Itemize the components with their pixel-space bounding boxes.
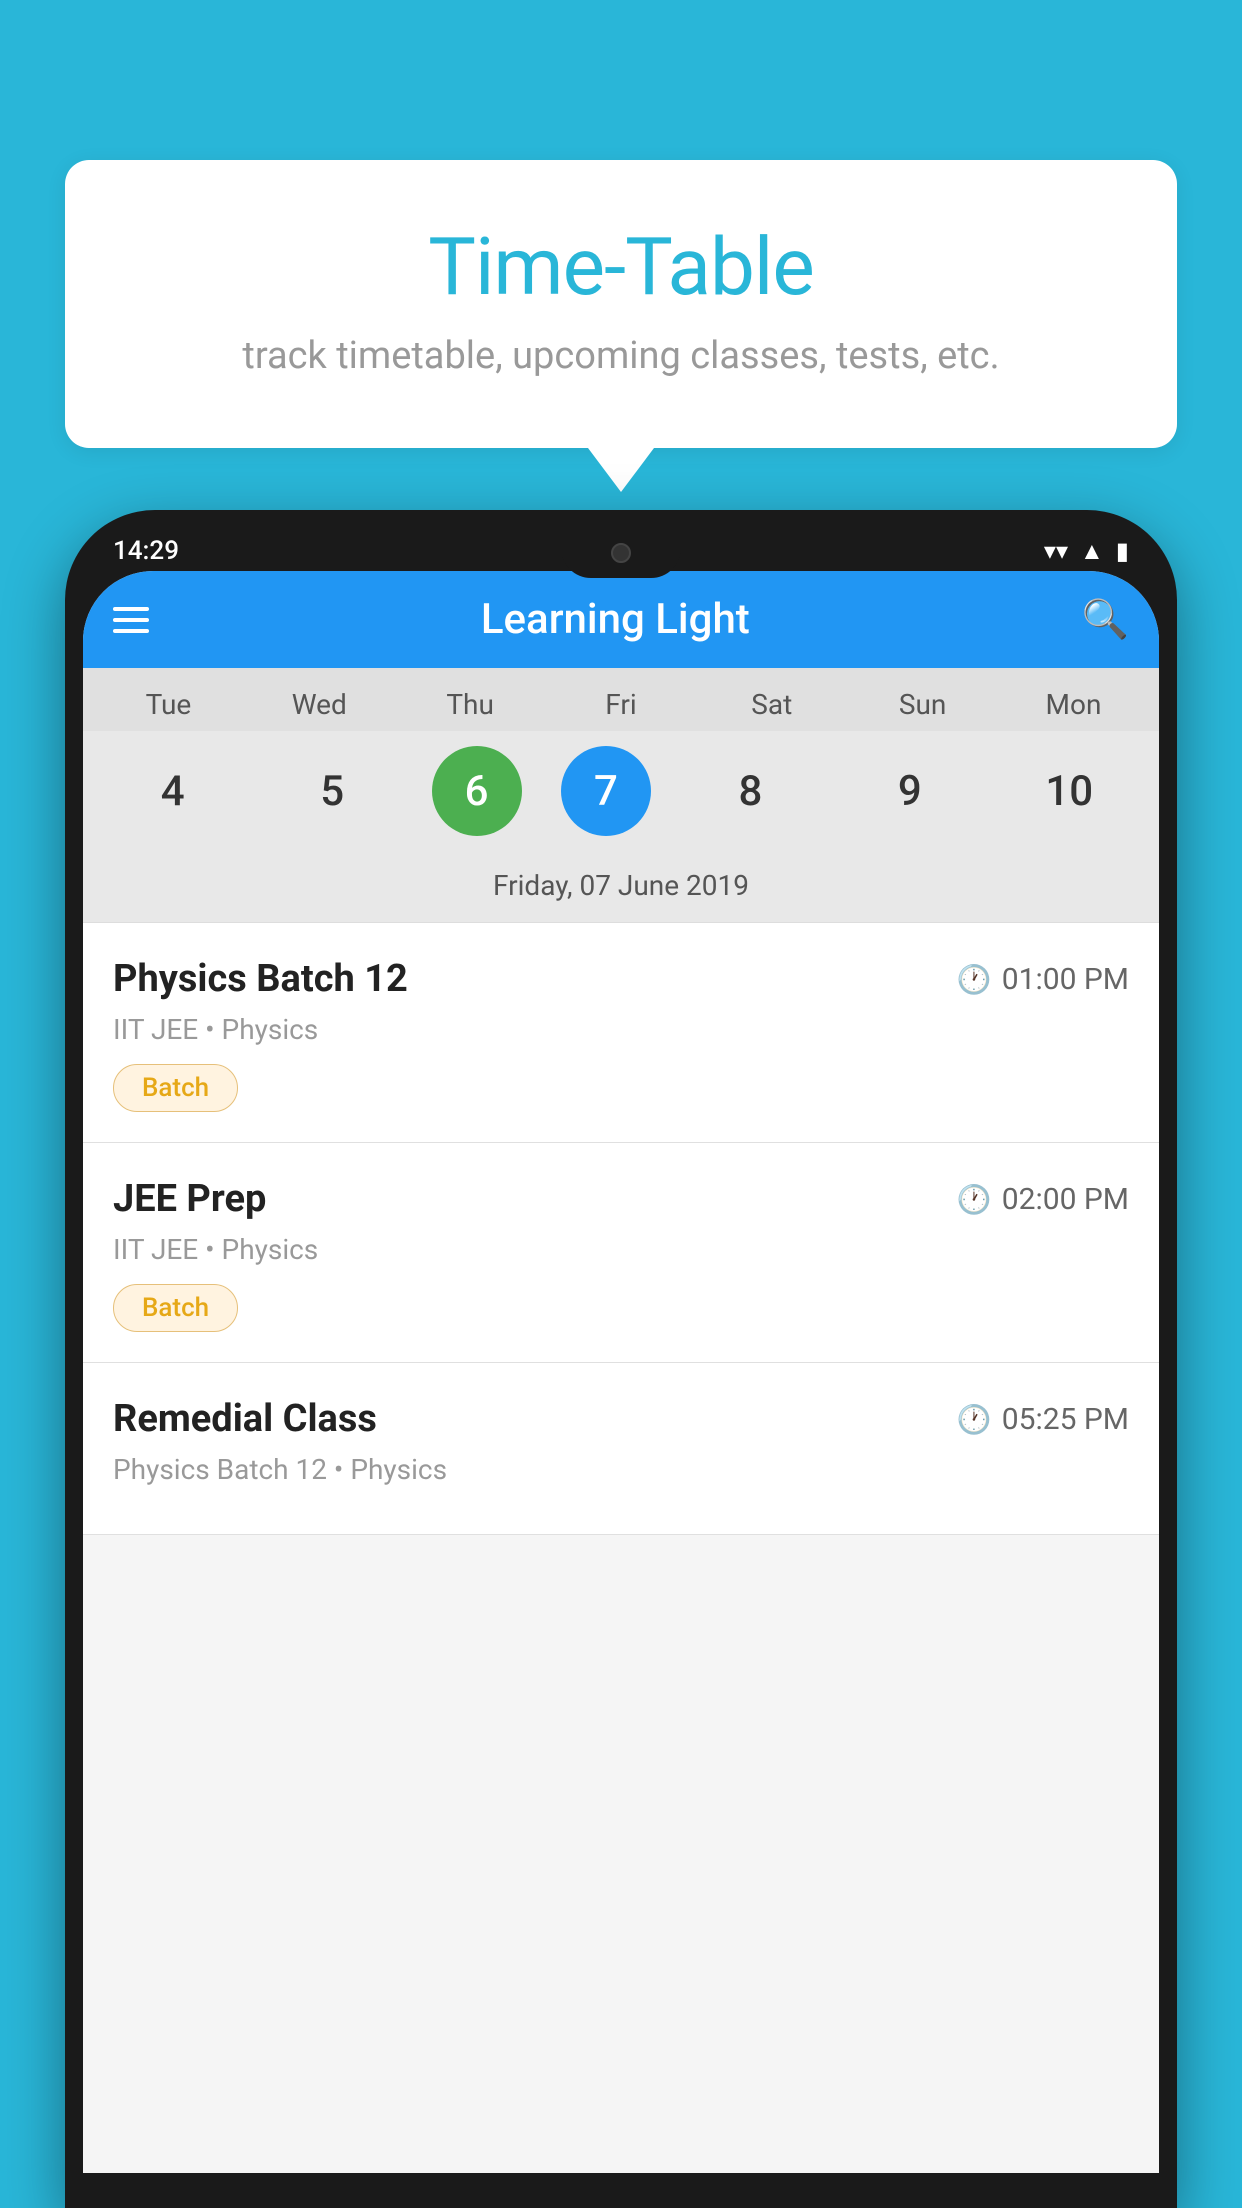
notch (561, 528, 681, 578)
calendar-day-label: Wed (259, 688, 379, 721)
status-icons: ▾▾ ▲ ▮ (1044, 537, 1129, 566)
class-time: 🕐01:00 PM (957, 962, 1129, 997)
calendar-date[interactable]: 8 (690, 741, 810, 841)
class-card[interactable]: JEE Prep 🕐02:00 PM IIT JEE • Physics Batch (83, 1143, 1159, 1363)
search-icon[interactable]: 🔍 (1082, 598, 1129, 642)
class-time: 🕐05:25 PM (957, 1402, 1129, 1437)
class-time: 🕐02:00 PM (957, 1182, 1129, 1217)
calendar-date[interactable]: 9 (850, 741, 970, 841)
signal-icon: ▲ (1080, 537, 1104, 566)
class-card-header: Physics Batch 12 🕐01:00 PM (113, 957, 1129, 1001)
calendar-dates[interactable]: 456789 10 (83, 731, 1159, 861)
calendar-day-label: Thu (410, 688, 530, 721)
class-meta: IIT JEE • Physics (113, 1013, 1129, 1046)
app-header: Learning Light 🔍 (83, 571, 1159, 668)
class-meta: IIT JEE • Physics (113, 1233, 1129, 1266)
phone-container: 14:29 ▾▾ ▲ ▮ Learning Light 🔍 TueWe (65, 510, 1177, 2208)
calendar-day-label: Tue (108, 688, 228, 721)
speech-bubble-container: Time-Table track timetable, upcoming cla… (65, 160, 1177, 448)
class-card[interactable]: Remedial Class 🕐05:25 PM Physics Batch 12 … (83, 1363, 1159, 1535)
speech-bubble: Time-Table track timetable, upcoming cla… (65, 160, 1177, 448)
batch-tag: Batch (113, 1064, 238, 1112)
calendar-days-header: Tue Wed Thu Fri Sat Sun Mon (83, 668, 1159, 731)
class-name: Physics Batch 12 (113, 957, 408, 1001)
clock-icon: 🕐 (957, 963, 992, 996)
app-title: Learning Light (481, 595, 750, 644)
camera (611, 543, 631, 563)
hamburger-menu-icon[interactable] (113, 607, 149, 633)
calendar-day-label: Sun (863, 688, 983, 721)
clock-icon: 🕐 (957, 1183, 992, 1216)
calendar-date[interactable]: 5 (272, 741, 392, 841)
bubble-subtitle: track timetable, upcoming classes, tests… (115, 334, 1127, 378)
phone-screen: Learning Light 🔍 Tue Wed Thu Fri Sat Sun Mon 4… (83, 571, 1159, 2173)
wifi-icon: ▾▾ (1044, 537, 1068, 565)
phone-frame: 14:29 ▾▾ ▲ ▮ Learning Light 🔍 TueWe (65, 510, 1177, 2208)
calendar-day-label: Mon (1013, 688, 1133, 721)
calendar-date[interactable]: 10 (1009, 741, 1129, 841)
class-name: Remedial Class (113, 1397, 377, 1441)
class-meta: Physics Batch 12 • Physics (113, 1453, 1129, 1486)
status-time: 14:29 (113, 536, 179, 566)
class-card-header: JEE Prep 🕐02:00 PM (113, 1177, 1129, 1221)
bubble-title: Time-Table (115, 220, 1127, 314)
calendar-date[interactable]: 7 (561, 746, 651, 836)
calendar-date[interactable]: 6 (432, 746, 522, 836)
clock-icon: 🕐 (957, 1403, 992, 1436)
calendar-date[interactable]: 4 (113, 741, 233, 841)
status-bar: 14:29 ▾▾ ▲ ▮ (83, 528, 1159, 566)
calendar-day-label: Fri (561, 688, 681, 721)
class-card[interactable]: Physics Batch 12 🕐01:00 PM IIT JEE • Physi… (83, 923, 1159, 1143)
battery-icon: ▮ (1116, 537, 1129, 565)
class-card-header: Remedial Class 🕐05:25 PM (113, 1397, 1129, 1441)
calendar-day-label: Sat (712, 688, 832, 721)
selected-date-label: Friday, 07 June 2019 (83, 861, 1159, 923)
class-name: JEE Prep (113, 1177, 266, 1221)
class-cards: Physics Batch 12 🕐01:00 PM IIT JEE • Physi… (83, 923, 1159, 1535)
batch-tag: Batch (113, 1284, 238, 1332)
